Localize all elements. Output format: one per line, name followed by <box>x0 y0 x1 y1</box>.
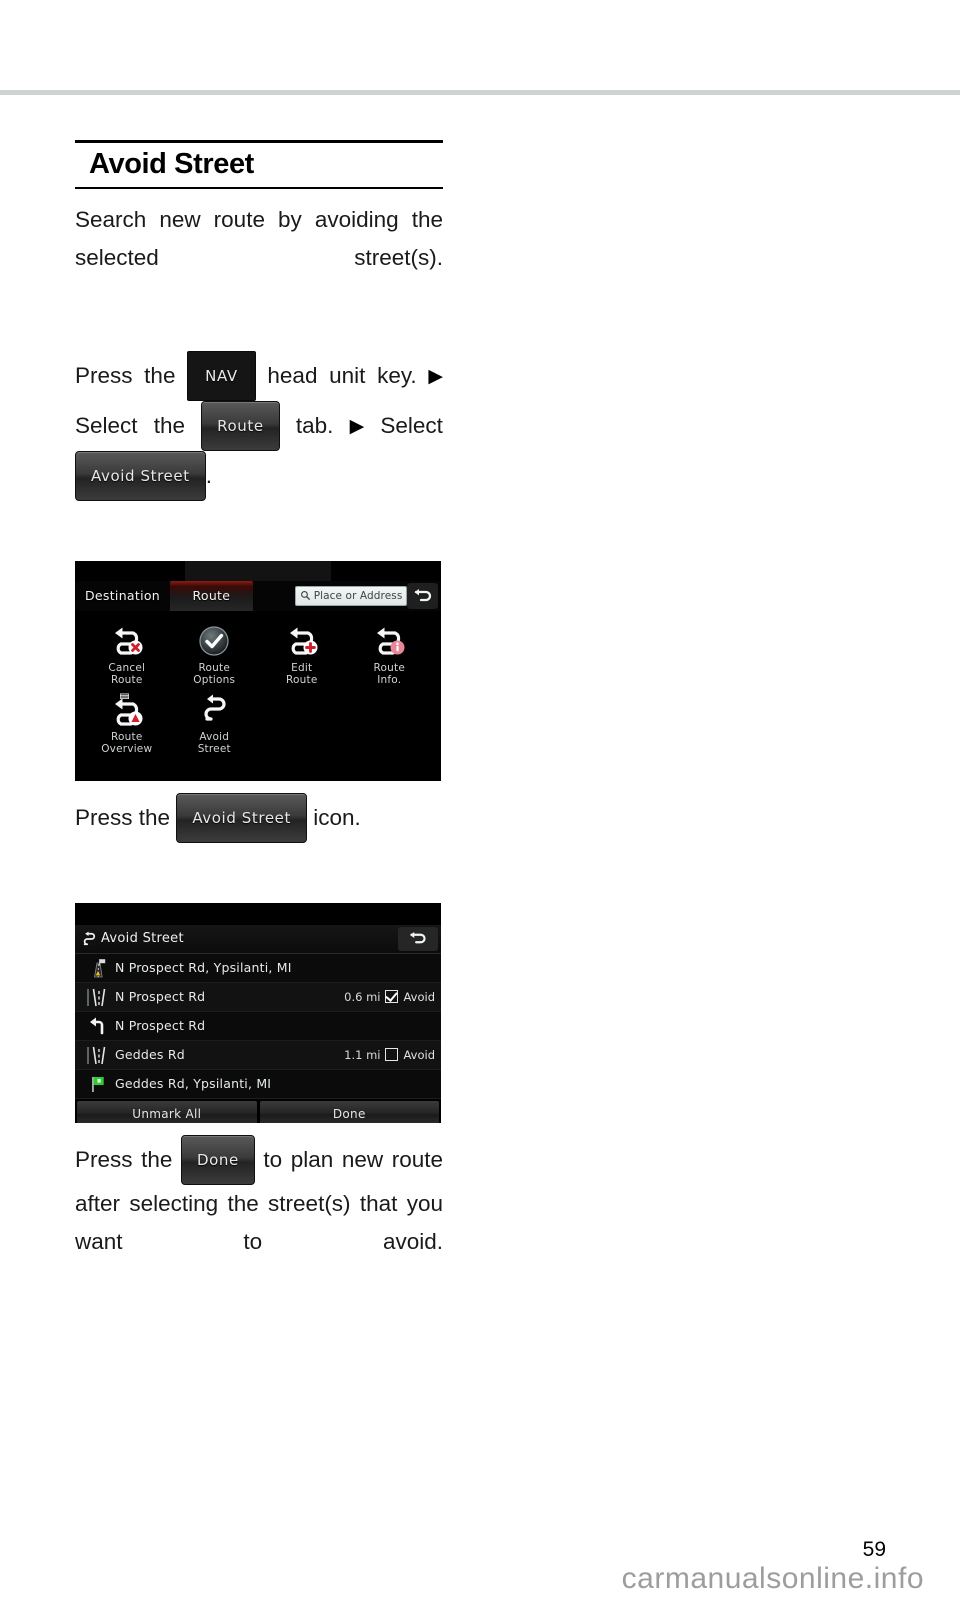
caption-press-the: Press the <box>75 804 171 830</box>
avoid-checkbox[interactable] <box>385 990 399 1004</box>
heading-bottom-rule <box>75 186 443 189</box>
route-info-icon <box>369 623 409 659</box>
avoid-street-icon <box>197 692 231 728</box>
done-chip[interactable]: Done <box>180 1134 255 1185</box>
search-icon <box>300 591 310 601</box>
road-icon <box>85 987 111 1007</box>
avoid-checkbox[interactable] <box>385 1048 399 1062</box>
list-item-name: N Prospect Rd, Ypsilanti, MI <box>115 960 292 976</box>
menu-item-avoid-street[interactable]: Avoid Street <box>171 692 259 755</box>
destination-flag-icon <box>85 1074 111 1094</box>
device2-status-strip <box>75 902 441 925</box>
list-item[interactable]: N Prospect Rd 0.6 mi Avoid <box>75 982 441 1012</box>
closing-paragraph: Press the Done to plan new route after s… <box>75 1134 443 1299</box>
avoid-street-icon-small <box>81 931 97 947</box>
list-item-name: N Prospect Rd <box>115 989 206 1005</box>
device-tabbar: Destination Route Place or Address <box>75 580 441 611</box>
nav-key-chip[interactable]: NAV <box>187 350 256 401</box>
search-input[interactable]: Place or Address <box>294 585 408 606</box>
route-overview-icon <box>107 692 147 728</box>
menu-item-route-overview-label: Route Overview <box>101 730 153 755</box>
steps-period: . <box>205 462 212 488</box>
avoid-street-screenshot: Avoid Street N Prospect Rd, Ypsilanti, M… <box>75 902 441 1123</box>
page-number: 59 <box>862 1538 886 1561</box>
section-heading: Avoid Street <box>75 140 443 189</box>
list-item-name: N Prospect Rd <box>115 1018 206 1034</box>
device-status-strip <box>75 560 441 581</box>
steps-tab-word: tab. <box>295 412 334 438</box>
road-icon <box>85 1045 111 1065</box>
start-flag-icon <box>85 958 111 978</box>
back-arrow-icon-2 <box>410 932 426 944</box>
turn-left-icon <box>85 1016 111 1036</box>
list-item-name: Geddes Rd <box>115 1047 185 1063</box>
list-item-right: 1.1 mi Avoid <box>344 1048 435 1062</box>
menu-item-edit-route[interactable]: Edit Route <box>258 623 346 686</box>
caption-icon-word: icon. <box>313 804 361 830</box>
menu-item-cancel-route[interactable]: Cancel Route <box>83 623 171 686</box>
search-placeholder: Place or Address <box>313 589 403 602</box>
menu-item-route-options-label: Route Options <box>193 661 236 686</box>
steps-paragraph: Press the NAV head unit key. ▶ Select th… <box>75 350 443 539</box>
steps-press-the: Press the <box>75 362 176 388</box>
steps-head-unit-key: head unit key. <box>267 362 417 388</box>
section-intro: Search new route by avoiding the selecte… <box>75 206 443 270</box>
list-item[interactable]: N Prospect Rd, Ypsilanti, MI <box>75 953 441 983</box>
tab-route[interactable]: Route <box>170 580 253 611</box>
caption-press-avoid-street: Press the Avoid Street icon. <box>75 792 443 881</box>
route-menu-screenshot: Destination Route Place or Address Cance… <box>75 560 441 781</box>
step-arrow-icon-2: ▶ <box>349 415 365 437</box>
steps-select-2: Select <box>380 412 443 438</box>
list-item[interactable]: N Prospect Rd <box>75 1011 441 1041</box>
menu-item-route-options[interactable]: Route Options <box>171 623 259 686</box>
menu-item-cancel-route-label: Cancel Route <box>108 661 146 686</box>
route-menu-grid: Cancel Route Route Options Edit Route Ro… <box>75 611 441 755</box>
menu-item-edit-route-label: Edit Route <box>286 661 318 686</box>
list-item[interactable]: Geddes Rd, Ypsilanti, MI <box>75 1069 441 1099</box>
avoid-street-chip-2[interactable]: Avoid Street <box>176 792 307 843</box>
back-arrow-icon <box>414 588 431 602</box>
route-options-icon <box>197 623 231 659</box>
avoid-street-chip[interactable]: Avoid Street <box>75 450 206 501</box>
avoid-label: Avoid <box>403 1047 435 1062</box>
route-tab-chip[interactable]: Route <box>201 400 280 451</box>
watermark: carmanualsonline.info <box>621 1562 924 1595</box>
avoid-label: Avoid <box>403 989 435 1004</box>
tab-destination[interactable]: Destination <box>75 581 170 611</box>
list-item-distance: 0.6 mi <box>344 989 381 1004</box>
page-content: Avoid Street Search new route by avoidin… <box>75 140 443 1299</box>
done-button[interactable]: Done <box>259 1100 439 1123</box>
avoid-street-footer: Unmark All Done <box>75 1098 441 1123</box>
avoid-street-list-title: Avoid Street <box>101 931 184 947</box>
menu-item-route-info-label: Route Info. <box>373 661 405 686</box>
avoid-street-list-header: Avoid Street <box>75 924 441 954</box>
list-item-name: Geddes Rd, Ypsilanti, MI <box>115 1076 272 1092</box>
list-item-distance: 1.1 mi <box>344 1047 381 1062</box>
back-button[interactable] <box>407 582 438 609</box>
steps-the: the <box>153 412 185 438</box>
list-item[interactable]: Geddes Rd 1.1 mi Avoid <box>75 1040 441 1070</box>
list-back-button[interactable] <box>398 926 438 951</box>
tab-route-label: Route <box>192 588 231 604</box>
tab-destination-label: Destination <box>85 588 161 604</box>
cancel-route-icon <box>107 623 147 659</box>
menu-item-route-info[interactable]: Route Info. <box>346 623 434 686</box>
unmark-all-button[interactable]: Unmark All <box>77 1100 257 1123</box>
menu-item-avoid-street-label: Avoid Street <box>197 730 231 755</box>
menu-item-route-overview[interactable]: Route Overview <box>83 692 171 755</box>
closing-press-the: Press the <box>75 1146 173 1172</box>
step-arrow-icon: ▶ <box>428 365 443 387</box>
list-item-right: 0.6 mi Avoid <box>344 990 435 1004</box>
edit-route-icon <box>282 623 322 659</box>
page-title: Avoid Street <box>89 148 254 180</box>
steps-select: Select <box>75 412 138 438</box>
page-top-rule <box>0 90 960 95</box>
